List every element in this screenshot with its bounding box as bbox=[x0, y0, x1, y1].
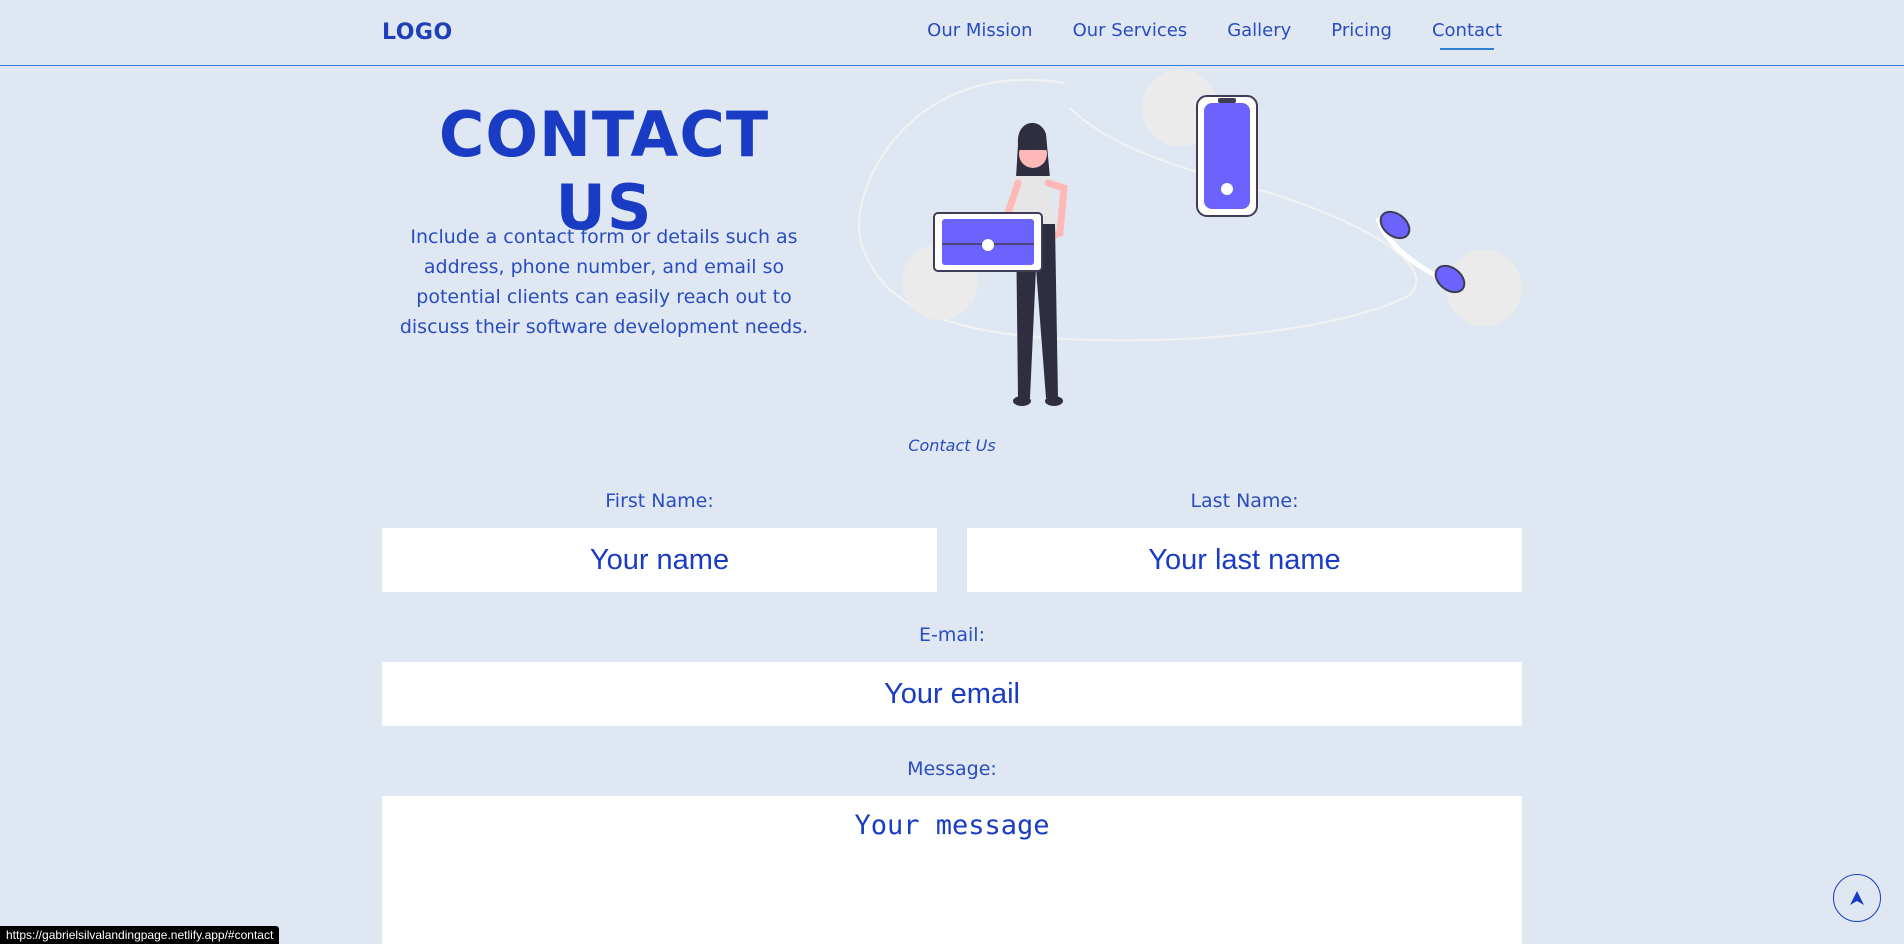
last-name-label: Last Name: bbox=[1190, 490, 1299, 512]
first-name-label: First Name: bbox=[605, 490, 714, 512]
form-caption: Contact Us bbox=[908, 436, 996, 455]
smartphone-icon bbox=[1196, 95, 1258, 217]
hero-description: Include a contact form or details such a… bbox=[399, 226, 809, 338]
contact-illustration bbox=[858, 70, 1522, 406]
message-label: Message: bbox=[907, 758, 997, 780]
envelope-icon bbox=[933, 212, 1043, 272]
navbar: LOGO Our Mission Our Services Gallery Pr… bbox=[0, 0, 1904, 66]
nav-link-our-mission[interactable]: Our Mission bbox=[927, 20, 1032, 47]
nav-links: Our Mission Our Services Gallery Pricing… bbox=[927, 20, 1502, 50]
scroll-to-top-button[interactable] bbox=[1833, 874, 1881, 922]
nav-link-pricing[interactable]: Pricing bbox=[1331, 20, 1392, 47]
status-bar-url: https://gabrielsilvalandingpage.netlify.… bbox=[0, 926, 280, 944]
nav-link-contact[interactable]: Contact bbox=[1432, 20, 1502, 50]
nav-link-our-services[interactable]: Our Services bbox=[1073, 20, 1188, 47]
telephone-icon bbox=[1375, 210, 1466, 294]
message-textarea[interactable] bbox=[382, 796, 1522, 944]
first-name-input[interactable] bbox=[382, 528, 937, 592]
logo[interactable]: LOGO bbox=[382, 20, 453, 45]
email-label: E-mail: bbox=[919, 624, 985, 646]
last-name-input[interactable] bbox=[967, 528, 1522, 592]
arrow-up-icon bbox=[1850, 891, 1864, 905]
nav-link-gallery[interactable]: Gallery bbox=[1227, 20, 1291, 47]
email-input[interactable] bbox=[382, 662, 1522, 726]
